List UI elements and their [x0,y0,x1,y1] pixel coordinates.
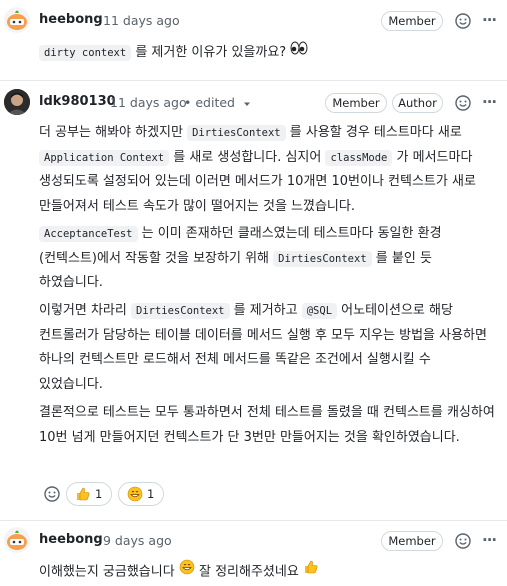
kebab-horizontal-icon[interactable]: ··· [482,531,497,549]
author-name[interactable]: heebong [39,12,103,27]
divider [0,80,507,81]
smiley-icon[interactable] [454,532,472,550]
comment-body: 이해했는지 궁금했습니다 잘 정리해주셨네요 [39,559,495,585]
comment-header: ldk980130 11 days ago • edited Member Au… [0,88,507,116]
comment-paragraph-4: 결론적으로 테스트는 모두 통과하면서 전체 테스트를 돌렸을 때 컨텍스트를 … [39,405,495,445]
comment-paragraph-1: 더 공부는 해봐야 하겠지만 DirtiesContext 를 사용할 경우 테… [39,121,495,219]
comment-paragraph-3: 이렇거면 차라리 DirtiesContext 를 제거하고 @SQL 어노테이… [39,299,495,397]
comment-text: 를 제거한 이유가 있을까요? [135,44,287,60]
kebab-horizontal-icon[interactable]: ··· [482,93,497,111]
avatar[interactable] [4,7,30,33]
paragraph-text: 를 사용할 경우 테스트마다 새로 [289,125,462,140]
inline-code: AcceptanceTest [39,226,138,242]
paragraph-text: 를 제거하고 [233,303,298,318]
grinning-face-emoji [179,559,195,585]
smiley-icon[interactable] [454,12,472,30]
member-badge: Member [325,93,387,113]
author-badge: Author [392,93,443,113]
divider [0,520,507,521]
author-name[interactable]: heebong [39,532,103,547]
thumbs-up-icon [75,486,91,506]
comment-body: dirty context 를 제거한 이유가 있을까요? [39,40,495,65]
thumbs-up-emoji [303,559,319,585]
comment-header: heebong 11 days ago Member ··· [0,6,507,34]
timestamp[interactable]: 9 days ago [103,533,172,548]
kebab-horizontal-icon[interactable]: ··· [482,11,497,29]
smiley-icon[interactable] [454,94,472,112]
grinning-face-icon [127,486,143,506]
triangle-down-icon[interactable] [242,98,252,108]
comment-paragraph-2: AcceptanceTest 는 이미 존재하던 클래스였는데 테스트마다 동일… [39,222,495,296]
avatar[interactable] [4,527,30,553]
member-badge: Member [381,531,443,551]
timestamp[interactable]: 11 days ago [103,13,180,28]
inline-code: classMode [325,149,393,166]
reaction-count: 1 [95,487,103,501]
comment-text: 이해했는지 궁금했습니다 [39,564,175,580]
inline-code: dirty context [39,44,132,61]
edited-label[interactable]: • edited [184,95,235,110]
paragraph-text: 를 새로 생성합니다. 심지어 [173,149,322,165]
member-badge: Member [381,11,443,31]
paragraph-text: 더 공부는 해봐야 하겠지만 [39,125,183,140]
inline-code: DirtiesContext [131,303,230,319]
author-name[interactable]: ldk980130 [39,94,116,109]
avatar[interactable] [4,89,30,115]
inline-code: Application Context [39,149,170,166]
timestamp[interactable]: 11 days ago [110,95,187,110]
comment-text: 잘 정리해주셨네요 [198,564,299,580]
paragraph-text: 이렇거면 차라리 [39,303,127,318]
inline-code: DirtiesContext [187,125,286,141]
reaction-thumbs-up[interactable]: 1 [66,482,112,506]
smiley-icon[interactable] [43,485,61,503]
reaction-grinning[interactable]: 1 [118,482,164,506]
reaction-count: 1 [147,487,155,501]
inline-code: @SQL [301,303,338,319]
comment-header: heebong 9 days ago Member ··· [0,526,507,554]
eyes-emoji [290,40,308,65]
inline-code: DirtiesContext [273,250,372,267]
